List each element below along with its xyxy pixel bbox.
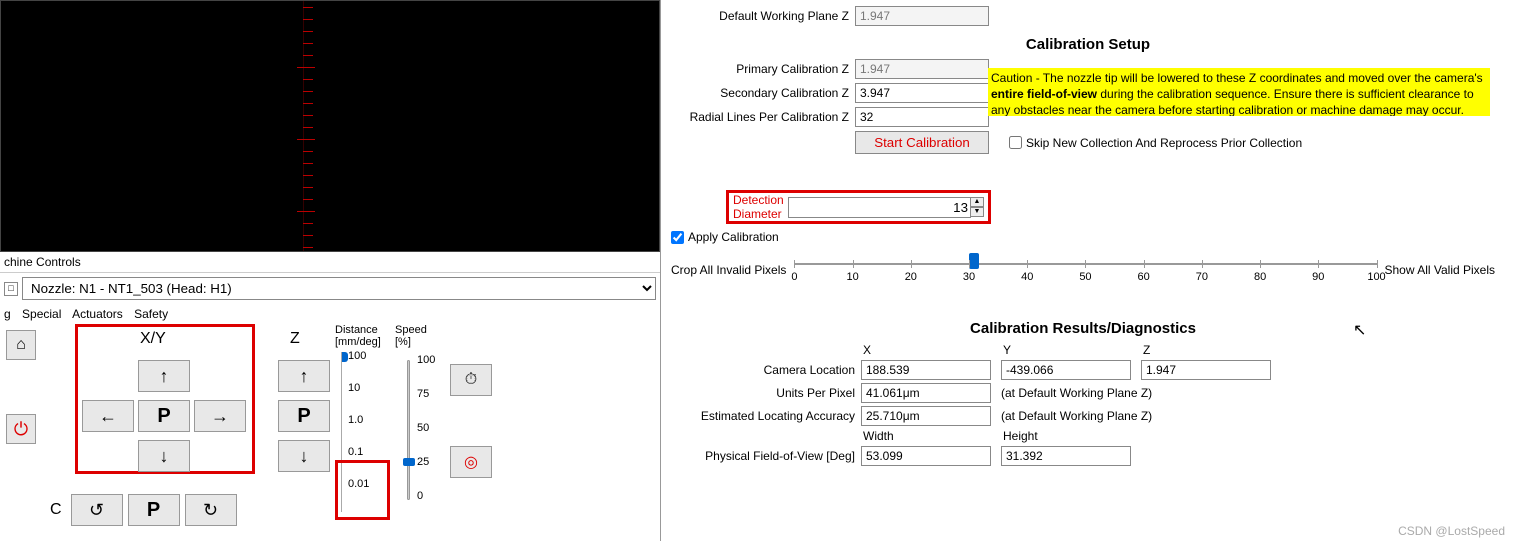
jog-z-position-button[interactable]: P (278, 400, 330, 432)
skip-collection-label: Skip New Collection And Reprocess Prior … (1026, 136, 1302, 150)
camera-x-input[interactable] (861, 360, 991, 380)
apply-calibration-checkbox[interactable] (671, 231, 684, 244)
jog-c-position-button[interactable]: P (128, 494, 180, 526)
col-y: Y (1001, 343, 1141, 357)
jog-y-plus-button[interactable]: ↑ (138, 360, 190, 392)
tab-special[interactable]: Special (22, 307, 61, 321)
jog-z-minus-button[interactable]: ↓ (278, 440, 330, 472)
crop-right-label: Show All Valid Pixels (1385, 263, 1496, 277)
tab-safety[interactable]: Safety (134, 307, 168, 321)
z-label: Z (290, 330, 300, 348)
target-button[interactable]: ◎ (450, 446, 492, 478)
skip-collection-checkbox[interactable] (1009, 136, 1022, 149)
nozzle-toggle-button[interactable]: □ (4, 282, 18, 296)
radial-input[interactable] (855, 107, 989, 127)
tab-row: g Special Actuators Safety (0, 304, 660, 324)
upp-label: Units Per Pixel (671, 386, 861, 400)
crop-slider-thumb[interactable] (969, 253, 979, 269)
c-label: C (50, 501, 62, 519)
park-icon: ⏱ (465, 371, 477, 389)
primary-z-input (855, 59, 989, 79)
detection-diameter-input[interactable] (788, 197, 971, 218)
fov-label: Physical Field-of-View [Deg] (671, 449, 861, 463)
spin-down-button[interactable]: ▼ (970, 207, 984, 217)
col-z: Z (1141, 343, 1281, 357)
speed-unit: [%] (395, 336, 445, 348)
camera-view (0, 0, 660, 252)
tab-g[interactable]: g (4, 307, 11, 321)
mouse-cursor-icon: ↖ (1353, 320, 1366, 340)
camera-z-input[interactable] (1141, 360, 1271, 380)
speed-thumb[interactable] (403, 458, 415, 466)
camera-location-label: Camera Location (671, 363, 861, 377)
detection-diameter-box: Detection Diameter ▲▼ (726, 190, 991, 224)
jog-xy-position-button[interactable]: P (138, 400, 190, 432)
start-calibration-button[interactable]: Start Calibration (855, 131, 989, 154)
home-button[interactable]: ⌂ (6, 330, 36, 360)
col-x: X (861, 343, 1001, 357)
col-height: Height (1001, 429, 1141, 443)
acc-note: (at Default Working Plane Z) (1001, 409, 1152, 423)
target-icon: ◎ (464, 452, 478, 472)
default-z-input (855, 6, 989, 26)
camera-y-input[interactable] (1001, 360, 1131, 380)
caution-box: Caution - The nozzle tip will be lowered… (988, 68, 1490, 116)
acc-input[interactable] (861, 406, 991, 426)
spin-up-button[interactable]: ▲ (970, 197, 984, 207)
speed-slider[interactable]: 100 75 50 25 0 (407, 352, 445, 512)
jog-z-plus-button[interactable]: ↑ (278, 360, 330, 392)
fov-width-input[interactable] (861, 446, 991, 466)
upp-note: (at Default Working Plane Z) (1001, 386, 1152, 400)
crop-slider[interactable]: 0 10 20 30 40 50 60 70 80 90 100 (794, 255, 1376, 285)
upp-input[interactable] (861, 383, 991, 403)
secondary-z-label: Secondary Calibration Z (671, 86, 855, 100)
nozzle-select[interactable]: Nozzle: N1 - NT1_503 (Head: H1) (22, 277, 656, 300)
radial-label: Radial Lines Per Calibration Z (671, 110, 855, 124)
park-button[interactable]: ⏱ (450, 364, 492, 396)
col-width: Width (861, 429, 1001, 443)
calibration-setup-header: Calibration Setup (671, 36, 1505, 53)
secondary-z-input[interactable] (855, 83, 989, 103)
jog-c-cw-button[interactable]: ↻ (185, 494, 237, 526)
machine-controls-label: chine Controls (0, 252, 660, 273)
jog-y-minus-button[interactable]: ↓ (138, 440, 190, 472)
apply-calibration-label: Apply Calibration (688, 230, 779, 244)
speed-header: Speed (395, 324, 445, 336)
primary-z-label: Primary Calibration Z (671, 62, 855, 76)
jog-x-plus-button[interactable]: → (194, 400, 246, 432)
default-z-label: Default Working Plane Z (671, 9, 855, 23)
distance-unit: [mm/deg] (335, 336, 390, 348)
jog-c-ccw-button[interactable]: ↺ (71, 494, 123, 526)
acc-label: Estimated Locating Accuracy (671, 409, 861, 423)
fov-height-input[interactable] (1001, 446, 1131, 466)
results-header: Calibration Results/Diagnostics (671, 320, 1495, 337)
tab-actuators[interactable]: Actuators (72, 307, 123, 321)
distance-header: Distance (335, 324, 390, 336)
watermark: CSDN @LostSpeed (1398, 524, 1505, 538)
distance-highlight-box (335, 460, 390, 520)
power-button[interactable]: ⏻ (6, 414, 36, 444)
jog-x-minus-button[interactable]: ← (82, 400, 134, 432)
detection-diameter-label: Detection Diameter (733, 193, 788, 221)
crop-left-label: Crop All Invalid Pixels (671, 263, 786, 277)
